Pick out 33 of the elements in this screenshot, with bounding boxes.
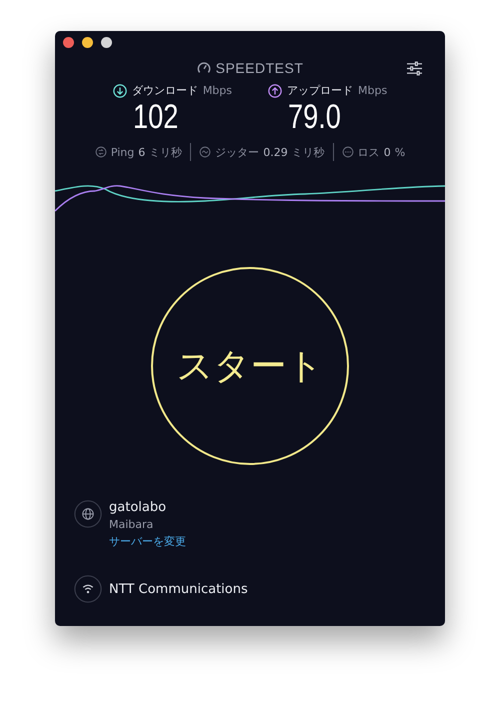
close-button[interactable] (63, 37, 74, 48)
server-location: Maibara (109, 518, 154, 531)
unit-label: Mbps (202, 84, 232, 97)
stat-value: 0.29 (263, 146, 288, 158)
app-logo: SPEEDTEST (216, 60, 304, 76)
stat-unit: % (394, 146, 406, 158)
wifi-icon (74, 575, 102, 603)
upload-icon (268, 84, 282, 98)
provider-name: NTT Communications (109, 582, 248, 596)
stat-value: 6 (138, 146, 146, 158)
download-icon (112, 84, 127, 98)
start-button[interactable]: スタート (151, 267, 349, 465)
stat-label: Ping (110, 146, 134, 158)
gauge-icon (196, 61, 211, 75)
unit-label: Mbps (358, 84, 388, 97)
result-label: アップロード (287, 83, 353, 98)
zoom-button[interactable] (101, 37, 112, 48)
stat-value: 0 (384, 146, 391, 158)
server-name: gatolabo (109, 500, 168, 515)
stat-unit: ミリ秒 (292, 144, 325, 160)
minimize-button[interactable] (82, 37, 93, 48)
result-label: ダウンロード (132, 83, 198, 98)
globe-icon (74, 500, 102, 528)
change-server-link[interactable]: サーバーを変更 (109, 534, 186, 549)
speed-value: 79.0 (288, 98, 342, 136)
stat-unit: ミリ秒 (149, 144, 182, 160)
jitter-icon (199, 146, 212, 158)
stat-label: ジッター (215, 144, 260, 160)
loss-icon (342, 146, 354, 158)
speed-value: 102 (132, 98, 180, 136)
settings-icon[interactable] (406, 61, 423, 76)
ping-icon (94, 146, 107, 158)
stat-label: ロス (358, 144, 380, 160)
